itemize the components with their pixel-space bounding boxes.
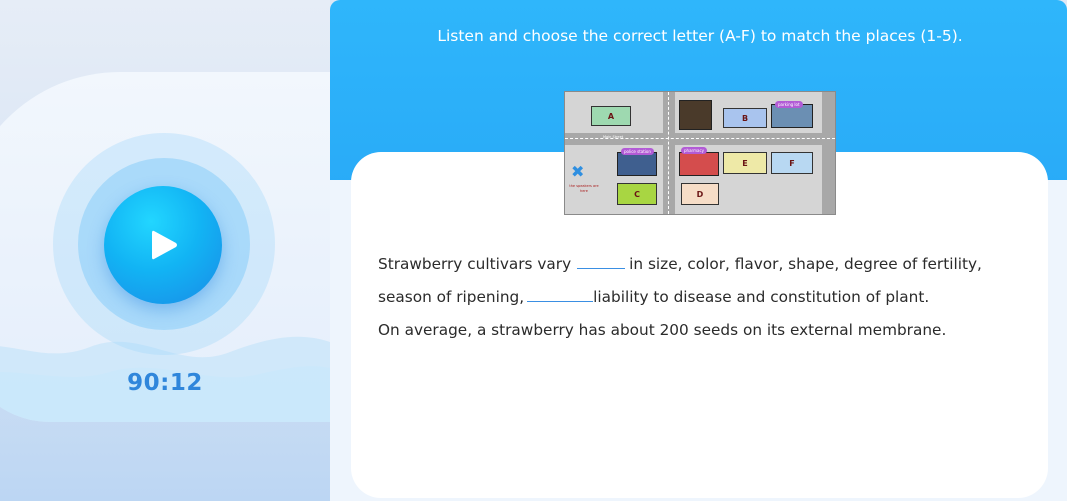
police-station-icon [617, 152, 657, 176]
map-box-c: C [617, 183, 657, 205]
map-box-b: B [723, 108, 767, 128]
passage-text: Strawberry cultivars vary in size, color,… [378, 248, 1038, 347]
map-letter-c: C [634, 189, 640, 199]
question-panel: Listen and choose the correct letter (A-… [330, 0, 1067, 501]
passage-line-2: season of ripening, liability to disease … [378, 281, 1038, 314]
speakers-note: the speakers are here [569, 184, 599, 193]
blank-answer-2[interactable] [527, 288, 594, 302]
blank-answer-1[interactable] [577, 255, 626, 269]
side-street [822, 92, 835, 214]
countdown-timer: 90:12 [127, 370, 203, 396]
map-letter-b: B [741, 113, 749, 123]
pharmacy-label: pharmacy [681, 147, 708, 154]
play-button[interactable] [104, 186, 222, 304]
passage-text-segment: Strawberry cultivars vary [378, 255, 572, 273]
lane-marking-v [668, 92, 669, 214]
map-box-a: A [591, 106, 631, 126]
map-letter-d: D [696, 189, 704, 199]
map-box-e: E [723, 152, 767, 174]
play-icon [152, 230, 177, 260]
shop-building-icon [679, 100, 712, 130]
passage-line-3: On average, a strawberry has about 200 s… [378, 321, 947, 339]
police-station-label: police station [621, 148, 654, 155]
passage-text-segment: season of ripening, [378, 288, 525, 306]
map-letter-e: E [742, 158, 748, 168]
passage-text-segment: liability to disease and constitution of… [593, 288, 930, 306]
map-letter-f: F [789, 158, 795, 168]
speakers-location-icon: ✖ [571, 162, 585, 181]
question-instruction: Listen and choose the correct letter (A-… [437, 27, 963, 45]
map-box-f: F [771, 152, 813, 174]
street-map-image: Main Street A B parking lot ✖ the speake… [564, 91, 836, 215]
main-street-label: Main Street [603, 135, 624, 139]
map-box-d: D [681, 183, 719, 205]
parking-lot-label: parking lot [775, 101, 803, 108]
passage-line-1: Strawberry cultivars vary in size, color,… [378, 248, 1038, 281]
audio-player-panel: 90:12 [0, 0, 330, 501]
map-letter-a: A [607, 111, 615, 121]
passage-text-segment: in size, color, flavor, shape, degree of… [629, 255, 982, 273]
pharmacy-icon [679, 152, 719, 176]
cross-street [663, 92, 675, 214]
